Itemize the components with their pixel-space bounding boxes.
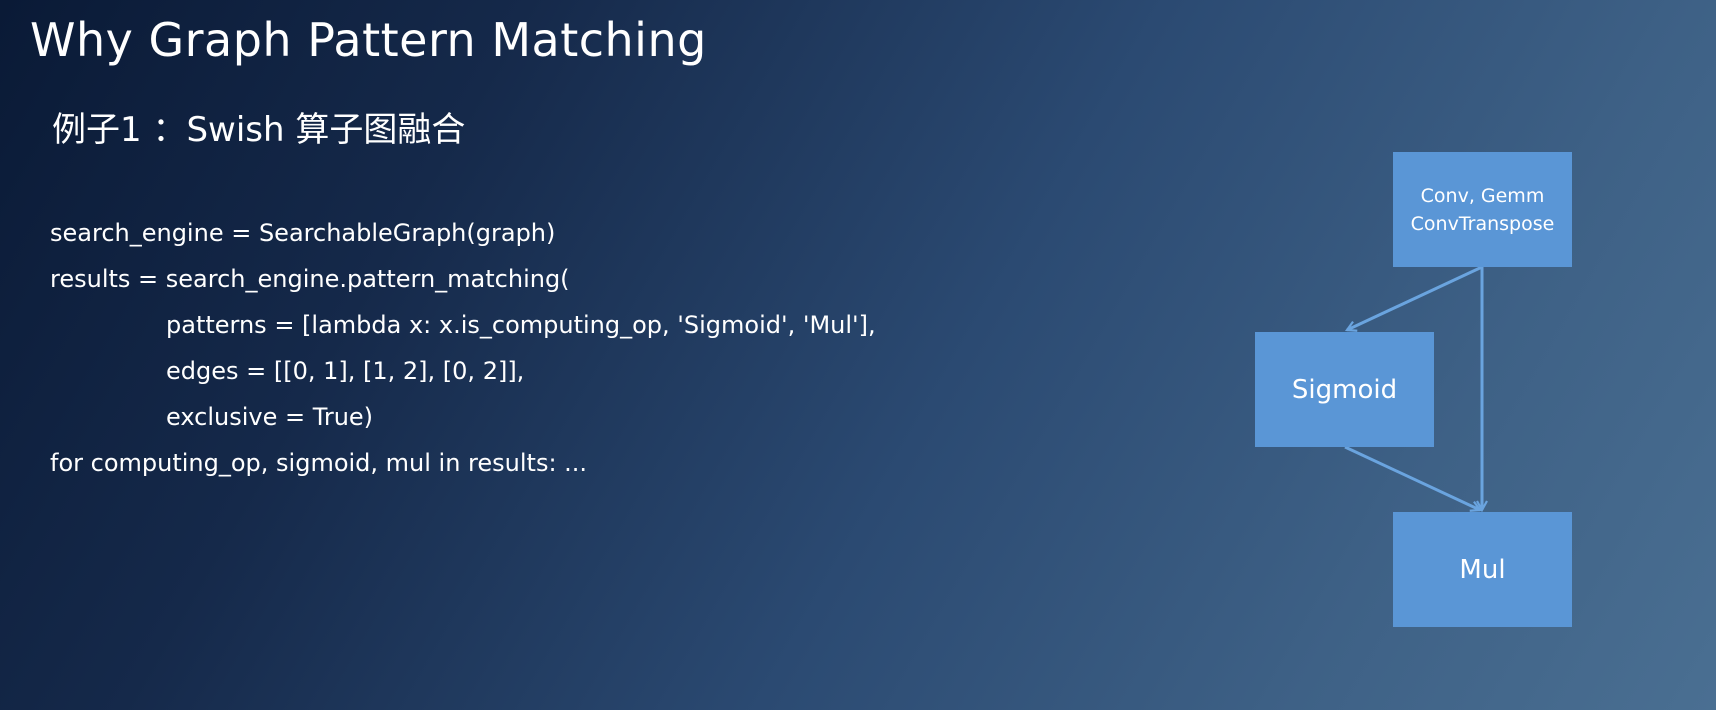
code-line: search_engine = SearchableGraph(graph) — [50, 219, 556, 247]
code-block: search_engine = SearchableGraph(graph) r… — [50, 210, 876, 486]
code-line: exclusive = True) — [166, 403, 374, 431]
edge-sigmoid-to-mul — [1344, 445, 1480, 510]
slide: Why Graph Pattern Matching 例子1 ：Swish 算子… — [0, 0, 1716, 710]
slide-subtitle: 例子1 ：Swish 算子图融合 — [52, 110, 466, 150]
slide-title: Why Graph Pattern Matching — [30, 13, 707, 67]
node-sigmoid: Sigmoid — [1255, 332, 1434, 447]
node-conv-label-line2: ConvTranspose — [1410, 212, 1555, 235]
node-conv: Conv, Gemm ConvTranspose — [1393, 152, 1572, 267]
code-line: edges = [[0, 1], [1, 2], [0, 2]], — [166, 357, 525, 385]
node-sigmoid-label: Sigmoid — [1291, 374, 1398, 405]
code-line: for computing_op, sigmoid, mul in result… — [50, 449, 588, 477]
node-mul: Mul — [1393, 512, 1572, 627]
node-mul-label: Mul — [1459, 554, 1506, 585]
code-line: patterns = [lambda x: x.is_computing_op,… — [166, 311, 876, 339]
edge-conv-to-sigmoid — [1347, 265, 1483, 330]
node-conv-label-line1: Conv, Gemm — [1420, 184, 1545, 207]
code-line: results = search_engine.pattern_matching… — [50, 265, 570, 293]
